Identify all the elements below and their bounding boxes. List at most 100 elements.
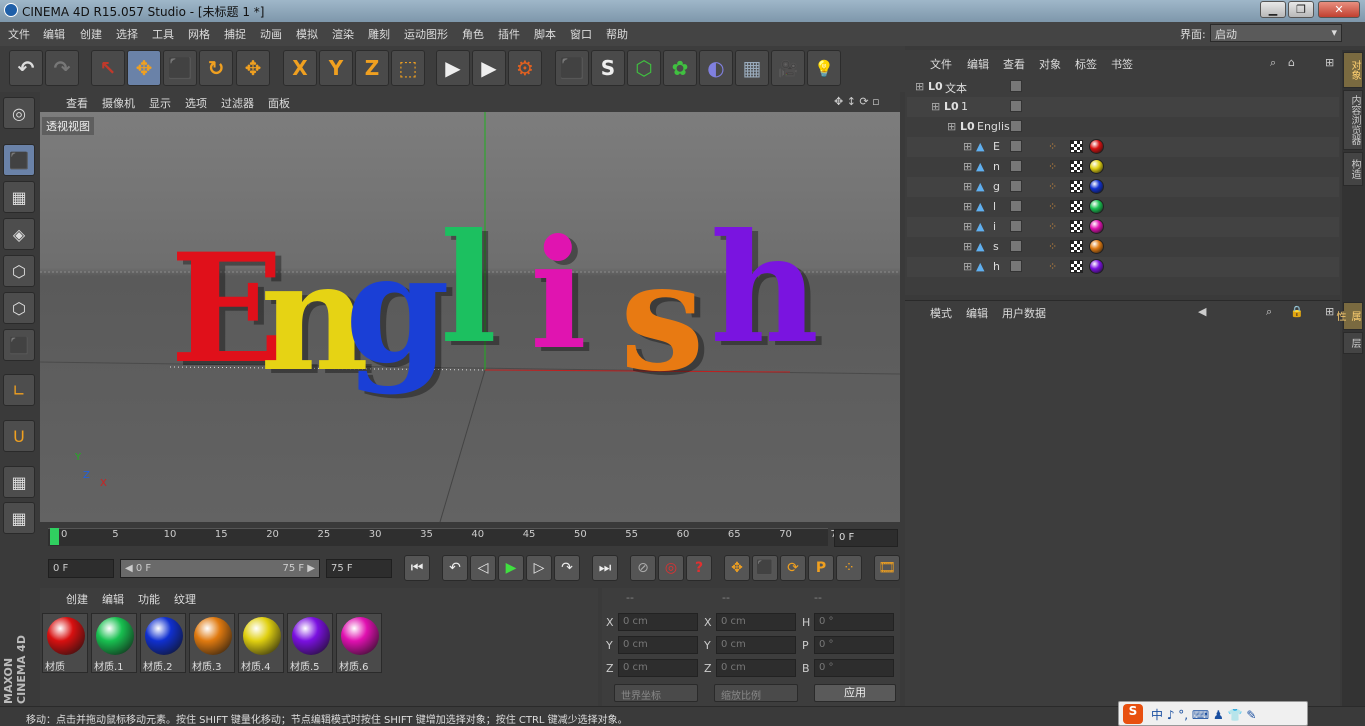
vp-menu-filter[interactable]: 过滤器	[221, 95, 254, 111]
phong-tag-icon[interactable]: ⁘	[1048, 180, 1057, 193]
render-picture-viewer-button[interactable]: ▶	[472, 50, 506, 86]
points-mode-icon[interactable]: ⬡	[3, 255, 35, 287]
attr-menu-mode[interactable]: 模式	[930, 305, 952, 321]
render-settings-button[interactable]: ⚙	[508, 50, 542, 86]
next-frame-button[interactable]: ▷	[526, 555, 552, 581]
phong-tag-icon[interactable]: ⁘	[1048, 240, 1057, 253]
object-row[interactable]: ⊞ L0 1	[907, 97, 1339, 117]
obj-menu-tags[interactable]: 标签	[1075, 56, 1097, 72]
floor-button[interactable]: ▦	[735, 50, 769, 86]
vp-menu-display[interactable]: 显示	[149, 95, 171, 111]
object-row[interactable]: ⊞ ▲ n ⁘	[907, 157, 1339, 177]
expand-icon[interactable]: ⊞	[963, 220, 972, 233]
close-button[interactable]: ✕	[1318, 1, 1360, 18]
vp-menu-camera[interactable]: 摄像机	[102, 95, 135, 111]
help-button[interactable]: ?	[686, 555, 712, 581]
next-key-button[interactable]: ↷	[554, 555, 580, 581]
expand-icon[interactable]: ⊞	[963, 140, 972, 153]
uvw-tag-icon[interactable]	[1070, 200, 1083, 213]
coord-value-field[interactable]: 0 cm	[716, 636, 796, 654]
menu-script[interactable]: 脚本	[534, 26, 556, 42]
phong-tag-icon[interactable]: ⁘	[1048, 260, 1057, 273]
mat-menu-create[interactable]: 创建	[66, 591, 88, 607]
object-row[interactable]: ⊞ ▲ g ⁘	[907, 177, 1339, 197]
mat-menu-texture[interactable]: 纹理	[174, 591, 196, 607]
deformer-button[interactable]: ◐	[699, 50, 733, 86]
uvw-tag-icon[interactable]	[1070, 240, 1083, 253]
menu-snap[interactable]: 捕捉	[224, 26, 246, 42]
texture-mode-icon[interactable]: ▦	[3, 181, 35, 213]
coord-value-field[interactable]: 0 °	[814, 636, 894, 654]
record-button[interactable]: ◎	[658, 555, 684, 581]
interface-select[interactable]: 启动 ▾	[1210, 24, 1342, 42]
key-scale-button[interactable]: ⬛	[752, 555, 778, 581]
material-swatch[interactable]: 材质	[42, 613, 88, 673]
object-row[interactable]: ⊞ ▲ h ⁘	[907, 257, 1339, 277]
cube-button[interactable]: ⬛	[555, 50, 589, 86]
camera-button[interactable]: 🎥	[771, 50, 805, 86]
search-icon[interactable]: ⌕	[1270, 56, 1276, 70]
range-slider[interactable]: ◀ 0 F 75 F ▶	[120, 559, 320, 578]
uvw-tag-icon[interactable]	[1070, 160, 1083, 173]
visibility-toggle[interactable]	[1010, 200, 1022, 212]
object-row[interactable]: ⊞ ▲ i ⁘	[907, 217, 1339, 237]
render-view-button[interactable]: ▶	[436, 50, 470, 86]
uvw-tag-icon[interactable]	[1070, 140, 1083, 153]
obj-menu-file[interactable]: 文件	[930, 56, 952, 72]
object-name[interactable]: E	[993, 140, 1000, 153]
tab-objects[interactable]: 对象	[1343, 52, 1363, 88]
material-tag-icon[interactable]	[1089, 139, 1104, 154]
menu-help[interactable]: 帮助	[606, 26, 628, 42]
ime-toolbar[interactable]: S 中 ♪ °, ⌨ ♟ 👕 ✎	[1118, 701, 1308, 726]
coord-value-field[interactable]: 0 cm	[618, 659, 698, 677]
menu-create[interactable]: 创建	[80, 26, 102, 42]
object-name[interactable]: g	[993, 180, 1000, 193]
apply-button[interactable]: 应用	[814, 684, 896, 702]
world-coords-dropdown[interactable]: 世界坐标	[614, 684, 698, 702]
timeline-window-button[interactable]: 🎞	[874, 555, 900, 581]
menu-edit[interactable]: 编辑	[43, 26, 65, 42]
viewport-nav-icons[interactable]: ✥ ↕ ⟳ ▫	[834, 95, 880, 108]
menu-file[interactable]: 文件	[8, 26, 30, 42]
tab-content-browser[interactable]: 内容浏览器	[1343, 90, 1363, 150]
light-button[interactable]: 💡	[807, 50, 841, 86]
object-row[interactable]: ⊞ ▲ E ⁘	[907, 137, 1339, 157]
prev-frame-button[interactable]: ◁	[470, 555, 496, 581]
scale-dropdown[interactable]: 缩放比例	[714, 684, 798, 702]
menu-mograph[interactable]: 运动图形	[404, 26, 448, 42]
expand-icon[interactable]: ⊞	[947, 120, 956, 133]
workplane-icon[interactable]: ◈	[3, 218, 35, 250]
axis-mode-icon[interactable]: ∟	[3, 374, 35, 406]
material-tag-icon[interactable]	[1089, 219, 1104, 234]
snap-settings-icon[interactable]: ▦	[3, 502, 35, 534]
expand-icon[interactable]: ⊞	[963, 240, 972, 253]
letter-s[interactable]: s	[620, 242, 704, 392]
menu-render[interactable]: 渲染	[332, 26, 354, 42]
visibility-toggle[interactable]	[1010, 80, 1022, 92]
subdivision-surface-button[interactable]: ⬡	[627, 50, 661, 86]
menu-animate[interactable]: 动画	[260, 26, 282, 42]
obj-menu-edit[interactable]: 编辑	[967, 56, 989, 72]
letter-l[interactable]: l	[440, 214, 497, 364]
obj-menu-bookmarks[interactable]: 书签	[1111, 56, 1133, 72]
home-icon[interactable]: ⌂	[1288, 56, 1295, 69]
menu-mesh[interactable]: 网格	[188, 26, 210, 42]
visibility-toggle[interactable]	[1010, 120, 1022, 132]
obj-menu-view[interactable]: 查看	[1003, 56, 1025, 72]
material-tag-icon[interactable]	[1089, 199, 1104, 214]
edges-mode-icon[interactable]: ⬡	[3, 292, 35, 324]
object-name[interactable]: n	[993, 160, 1000, 173]
visibility-toggle[interactable]	[1010, 160, 1022, 172]
object-name[interactable]: s	[993, 240, 999, 253]
new-window-icon[interactable]: ⊞	[1325, 56, 1334, 69]
expand-icon[interactable]: ⊞	[963, 160, 972, 173]
visibility-toggle[interactable]	[1010, 100, 1022, 112]
menu-select[interactable]: 选择	[116, 26, 138, 42]
phong-tag-icon[interactable]: ⁘	[1048, 160, 1057, 173]
maximize-button[interactable]: ❐	[1288, 1, 1314, 18]
record-off-button[interactable]: ⊘	[630, 555, 656, 581]
visibility-toggle[interactable]	[1010, 220, 1022, 232]
coordinate-system-button[interactable]: ⬚	[391, 50, 425, 86]
object-name[interactable]: i	[993, 220, 996, 233]
object-name[interactable]: h	[993, 260, 1000, 273]
